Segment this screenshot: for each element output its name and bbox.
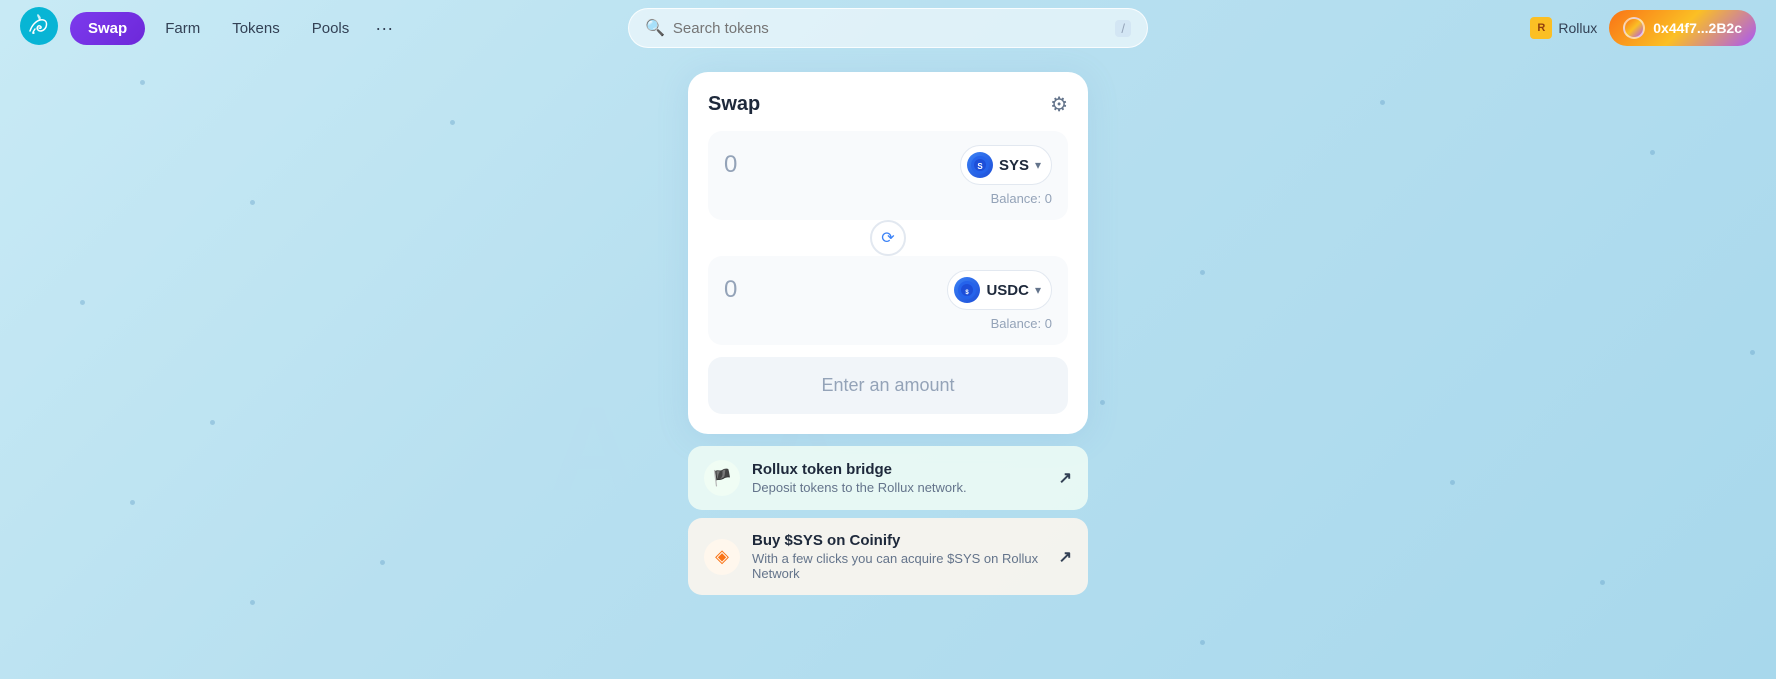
settings-button[interactable]: ⚙ (1050, 92, 1068, 117)
swap-card-title: Swap (708, 93, 760, 116)
coinify-card[interactable]: ◈ Buy $SYS on Coinify With a few clicks … (688, 518, 1088, 595)
coinify-card-icon: ◈ (704, 539, 740, 575)
from-balance: Balance: 0 (724, 191, 1052, 206)
search-icon: 🔍 (645, 18, 665, 38)
bridge-card-description: Deposit tokens to the Rollux network. (752, 480, 1047, 495)
from-token-box: S SYS ▾ Balance: 0 (708, 131, 1068, 220)
tokens-nav-button[interactable]: Tokens (220, 12, 292, 45)
usdc-token-icon: $ (954, 277, 980, 303)
farm-nav-button[interactable]: Farm (153, 12, 212, 45)
coinify-card-description: With a few clicks you can acquire $SYS o… (752, 551, 1047, 581)
to-amount-input[interactable] (724, 276, 888, 304)
swap-arrow-container: ⟳ (708, 220, 1068, 256)
wallet-address: 0x44f7...2B2c (1653, 20, 1742, 36)
more-nav-button[interactable]: ··· (369, 10, 399, 47)
bridge-icon: 🏴 (712, 468, 732, 488)
bridge-card[interactable]: 🏴 Rollux token bridge Deposit tokens to … (688, 446, 1088, 510)
search-bar: 🔍 / (628, 8, 1148, 48)
search-input[interactable] (673, 20, 1107, 37)
to-token-row: $ USDC ▾ (724, 270, 1052, 310)
swap-card: Swap ⚙ S SYS ▾ Bala (688, 72, 1088, 434)
bridge-card-text: Rollux token bridge Deposit tokens to th… (752, 461, 1047, 495)
to-token-name: USDC (986, 282, 1029, 299)
enter-amount-button[interactable]: Enter an amount (708, 357, 1068, 414)
header-right: R Rollux 0x44f7...2B2c (1530, 10, 1756, 46)
to-balance: Balance: 0 (724, 316, 1052, 331)
from-amount-input[interactable] (724, 151, 888, 179)
wallet-avatar (1623, 17, 1645, 39)
bridge-card-icon: 🏴 (704, 460, 740, 496)
coinify-card-text: Buy $SYS on Coinify With a few clicks yo… (752, 532, 1047, 581)
sys-token-icon: S (967, 152, 993, 178)
wallet-button[interactable]: 0x44f7...2B2c (1609, 10, 1756, 46)
coinify-card-title: Buy $SYS on Coinify (752, 532, 1047, 549)
to-token-selector[interactable]: $ USDC ▾ (947, 270, 1052, 310)
rollux-icon: R (1530, 17, 1552, 39)
search-shortcut: / (1115, 20, 1131, 37)
from-token-name: SYS (999, 157, 1029, 174)
svg-text:S: S (977, 162, 983, 171)
logo (20, 7, 62, 50)
coinify-icon: ◈ (715, 546, 729, 567)
main-content: Swap ⚙ S SYS ▾ Bala (0, 56, 1776, 595)
swap-arrows-icon: ⟳ (881, 228, 894, 248)
rollux-text: Rollux (1558, 20, 1597, 36)
bridge-card-arrow-icon: ↗ (1059, 468, 1072, 488)
rollux-label: R Rollux (1530, 17, 1597, 39)
swap-direction-button[interactable]: ⟳ (870, 220, 906, 256)
swap-nav-button[interactable]: Swap (70, 12, 145, 45)
navbar: Swap Farm Tokens Pools ··· 🔍 / R Rollux … (0, 0, 1776, 56)
pools-nav-button[interactable]: Pools (300, 12, 362, 45)
from-token-chevron-icon: ▾ (1035, 158, 1041, 172)
to-token-chevron-icon: ▾ (1035, 283, 1041, 297)
swap-card-header: Swap ⚙ (708, 92, 1068, 117)
from-token-row: S SYS ▾ (724, 145, 1052, 185)
bridge-card-title: Rollux token bridge (752, 461, 1047, 478)
from-token-selector[interactable]: S SYS ▾ (960, 145, 1052, 185)
info-cards: 🏴 Rollux token bridge Deposit tokens to … (688, 446, 1088, 595)
to-token-box: $ USDC ▾ Balance: 0 (708, 256, 1068, 345)
coinify-card-arrow-icon: ↗ (1059, 547, 1072, 567)
